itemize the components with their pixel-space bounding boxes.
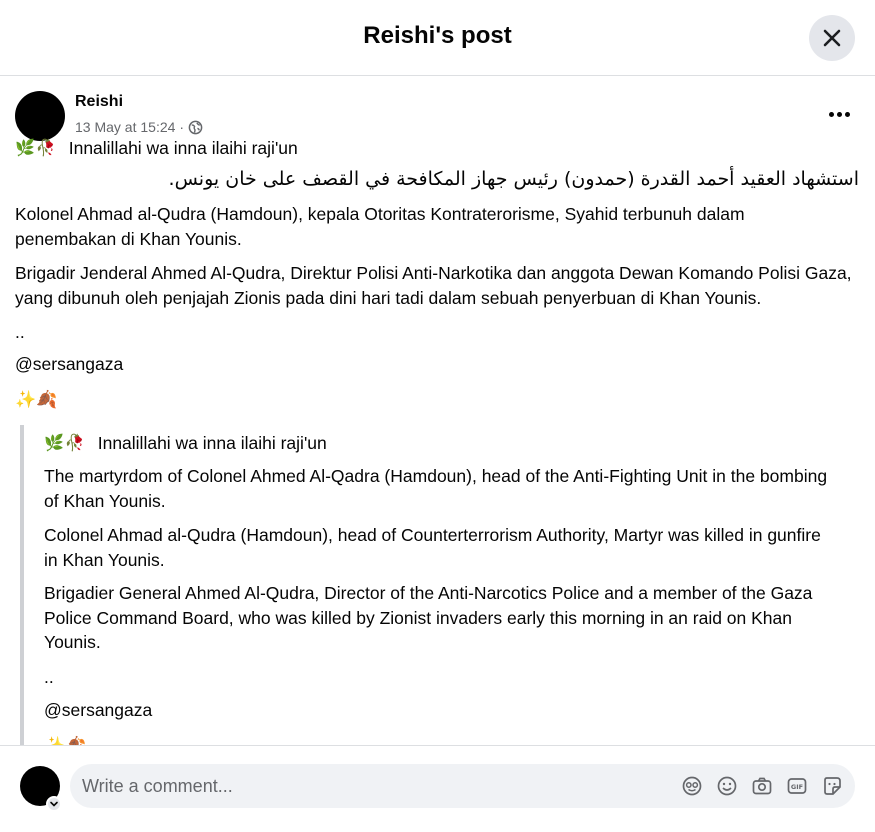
herb-icon: 🌿 [15, 140, 35, 158]
dialog-title: Reishi's post [363, 22, 512, 49]
sparkle-icon: ✨ [15, 390, 37, 409]
gif-button[interactable]: GIF [785, 774, 808, 797]
chevron-down-icon [50, 801, 58, 807]
post-content[interactable]: Reishi 13 May at 15:24 · 🌿 🥀 Innalillahi … [0, 76, 875, 745]
avatar-sticker-icon [682, 776, 701, 795]
dialog-header: Reishi's post [0, 0, 875, 76]
post-mention[interactable]: @sersangaza [15, 352, 123, 376]
leaf-icon: 🍂 [65, 736, 86, 745]
meta-separator: · [179, 119, 185, 135]
translation-dots: .. [44, 667, 54, 687]
post-paragraph-1: Kolonel Ahmad al-Qudra (Hamdoun), kepala… [15, 204, 745, 249]
comment-tools: GIF [680, 774, 843, 797]
globe-icon[interactable] [188, 120, 203, 135]
post-arabic-line: استشهاد العقيد أحمد القدرة (حمدون) رئيس … [168, 168, 859, 190]
translation-emoji-line: ✨🍂 [44, 733, 86, 745]
author-avatar[interactable] [15, 91, 65, 141]
more-options-icon [828, 111, 834, 117]
post-paragraph-2: Brigadir Jenderal Ahmed Al-Qudra, Direkt… [15, 263, 852, 308]
leaf-icon: 🍂 [36, 390, 58, 409]
herb-icon: 🌿 [44, 435, 64, 453]
post-timestamp[interactable]: 13 May at 15:24 [75, 119, 175, 135]
camera-icon [752, 777, 771, 794]
post-meta: 13 May at 15:24 · [75, 119, 203, 135]
post-emoji-line: ✨🍂 [15, 387, 57, 412]
sparkle-icon: ✨ [44, 736, 65, 745]
translation-paragraph-1: The martyrdom of Colonel Ahmed Al-Qadra … [44, 466, 828, 511]
post-first-line-text: Innalillahi wa inna ilaihi raji'un [68, 138, 298, 158]
translation-paragraph-3: Brigadier General Ahmed Al-Qudra, Direct… [44, 583, 813, 652]
translation-quote-bar [20, 425, 24, 745]
translation-first-line: 🌿 🥀 Innalillahi wa inna ilaihi raji'un [44, 431, 327, 456]
translation-mention[interactable]: @sersangaza [44, 698, 152, 722]
sticker-button[interactable] [820, 774, 843, 797]
gif-icon: GIF [787, 777, 806, 794]
sticker-icon [823, 776, 841, 795]
comment-box[interactable]: GIF [70, 764, 855, 808]
rose-icon: 🥀 [64, 435, 85, 453]
translation-first-line-text: Innalillahi wa inna ilaihi raji'un [97, 433, 327, 453]
profile-switcher-button[interactable] [46, 796, 62, 812]
camera-button[interactable] [750, 774, 773, 797]
comment-composer: GIF [0, 745, 875, 832]
emoji-button[interactable] [715, 774, 738, 797]
close-icon [823, 29, 841, 47]
translation-paragraph-2: Colonel Ahmad al-Qudra (Hamdoun), head o… [44, 525, 821, 570]
more-options-button[interactable] [827, 104, 851, 124]
svg-text:GIF: GIF [790, 783, 802, 791]
author-name[interactable]: Reishi [75, 93, 123, 111]
rose-icon: 🥀 [35, 140, 56, 158]
post-dots: .. [15, 322, 25, 342]
comment-input[interactable] [82, 764, 642, 808]
close-button[interactable] [809, 15, 855, 61]
herb-rose-emoji: 🌿 🥀 [44, 432, 85, 456]
herb-rose-emoji: 🌿 🥀 [15, 137, 56, 161]
emoji-icon [717, 776, 736, 795]
post-first-line: 🌿 🥀 Innalillahi wa inna ilaihi raji'un [15, 136, 298, 161]
avatar-sticker-button[interactable] [680, 774, 703, 797]
